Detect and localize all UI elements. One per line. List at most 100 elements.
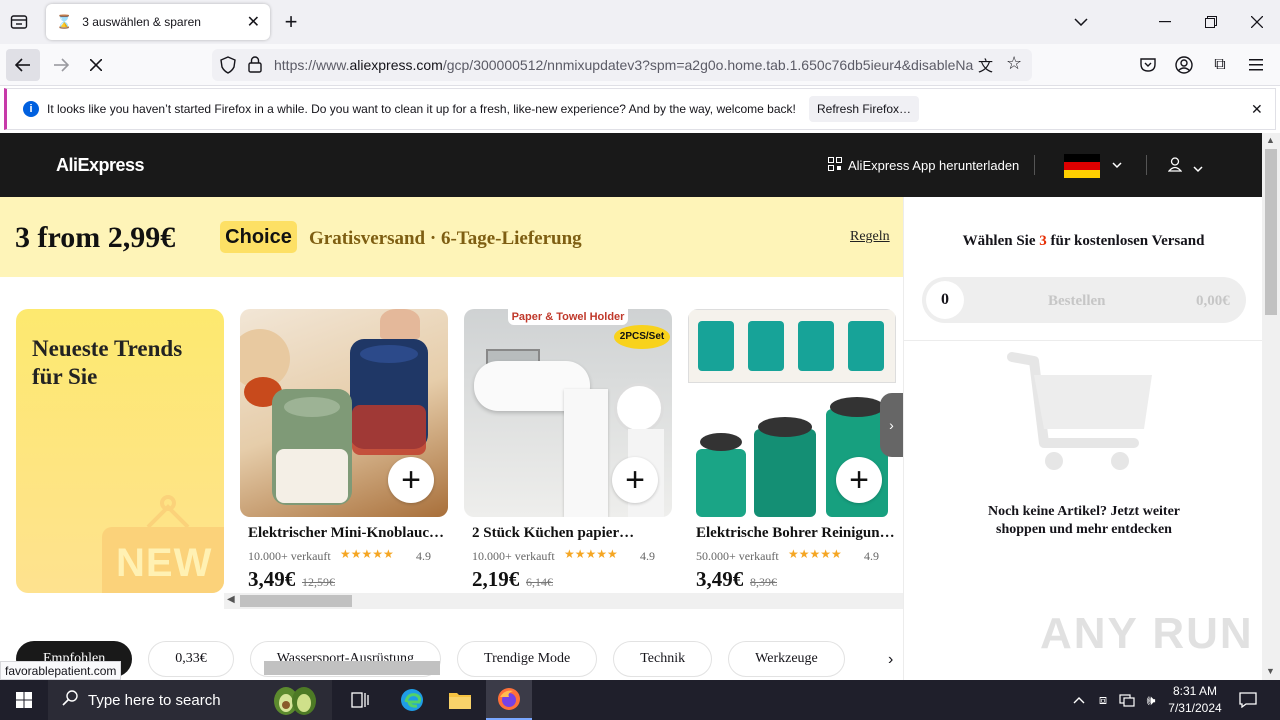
chevron-down-icon[interactable] (1070, 12, 1092, 32)
firefox-taskbar-icon[interactable] (486, 680, 532, 720)
cart-divider (904, 340, 1262, 341)
trends-card[interactable]: Neueste Trends für Sie NEW (16, 309, 224, 593)
taskbar: Type here to search ⧈ 🕪 8:31 AM 7/31/202… (0, 680, 1280, 720)
status-link-preview: favorablepatient.com (0, 661, 122, 680)
product-price: 2,19€ (472, 567, 520, 591)
product-card[interactable]: Paper & Towel Holder 2PCS/Set + 2 Stück … (464, 309, 672, 599)
list-all-tabs-icon[interactable] (8, 12, 30, 32)
windows-start-icon[interactable] (0, 680, 48, 720)
bottom-scrollbar-thumb[interactable] (264, 661, 440, 675)
navigation-toolbar: https://www.aliexpress.com/gcp/300000512… (0, 44, 1280, 86)
page-content: AliExpress AliExpress App herunterladen … (0, 133, 1262, 680)
tab-strip: ⌛ 3 auswählen & sparen ✕ + (0, 0, 1280, 44)
category-pill-fashion[interactable]: Trendige Mode (457, 641, 598, 677)
product-card[interactable]: + Elektrische Bohrer Reinigun… 50.000+ v… (688, 309, 896, 599)
product-sold-count: 10.000+ verkauft (472, 549, 555, 563)
network-icon[interactable] (1116, 680, 1138, 720)
product-rating: 4.9 (864, 549, 879, 563)
extensions-icon[interactable]: ⧉ (1210, 55, 1230, 75)
add-to-cart-button[interactable]: + (612, 457, 658, 503)
task-view-icon[interactable] (344, 680, 376, 720)
product-name[interactable]: 2 Stück Küchen papier… (472, 525, 672, 542)
account-icon[interactable] (1174, 55, 1194, 75)
scroll-left-icon[interactable]: ◀ (227, 594, 235, 605)
bookmark-star-icon[interactable]: ☆ (1006, 53, 1022, 74)
category-pill-tech[interactable]: Technik (613, 641, 713, 677)
product-price: 3,49€ (248, 567, 296, 591)
product-name[interactable]: Elektrische Bohrer Reinigun… (696, 525, 896, 542)
category-pill-033[interactable]: 0,33€ (148, 641, 234, 677)
order-button[interactable]: 0 Bestellen 0,00€ (922, 277, 1246, 323)
carousel-next-button[interactable]: › (880, 393, 903, 457)
search-icon (62, 690, 78, 710)
close-window-icon[interactable] (1246, 12, 1268, 32)
notification-bar: i It looks like you haven’t started Fire… (4, 88, 1276, 130)
tab-active[interactable]: ⌛ 3 auswählen & sparen ✕ (46, 4, 270, 40)
app-download-link[interactable]: AliExpress App herunterladen (828, 157, 1019, 174)
menu-icon[interactable] (1246, 55, 1266, 75)
clock-date: 7/31/2024 (1168, 701, 1222, 715)
tab-title: 3 auswählen & sparen (82, 15, 201, 29)
scrollbar-thumb[interactable] (240, 595, 352, 607)
page-scrollbar-thumb[interactable] (1265, 149, 1277, 315)
empty-cart-text: Noch keine Artikel? Jetzt weiter shoppen… (987, 504, 1181, 537)
new-label: NEW (116, 541, 213, 585)
scroll-down-icon[interactable]: ▼ (1266, 666, 1275, 676)
product-tag: Paper & Towel Holder (508, 309, 628, 325)
back-button[interactable] (6, 49, 40, 81)
meet-now-icon[interactable]: ⧈ (1092, 680, 1114, 720)
refresh-firefox-button[interactable]: Refresh Firefox… (809, 96, 919, 122)
shield-icon[interactable] (220, 56, 236, 77)
german-flag-icon[interactable] (1064, 154, 1100, 178)
translate-icon[interactable]: 文 (978, 55, 993, 76)
product-rating: 4.9 (416, 549, 431, 563)
trends-title: Neueste Trends für Sie (32, 336, 183, 389)
account-chevron-icon[interactable] (1193, 161, 1203, 179)
scroll-up-icon[interactable]: ▲ (1266, 135, 1275, 145)
minimize-icon[interactable] (1154, 12, 1176, 32)
rating-stars-icon: ★★★★★ (564, 547, 618, 561)
header-divider (1034, 155, 1035, 175)
notifications-icon[interactable] (1234, 680, 1262, 720)
url-bar[interactable]: https://www.aliexpress.com/gcp/300000512… (212, 49, 1032, 81)
info-icon: i (23, 101, 39, 117)
categories-next-icon[interactable]: › (888, 651, 893, 669)
add-to-cart-button[interactable]: + (388, 457, 434, 503)
product-sold-count: 50.000+ verkauft (696, 549, 779, 563)
language-chevron-icon[interactable] (1112, 157, 1122, 175)
user-icon[interactable] (1167, 157, 1183, 177)
product-card[interactable]: + Elektrischer Mini-Knoblauch… 10.000+ v… (240, 309, 448, 599)
pocket-icon[interactable] (1138, 55, 1158, 75)
product-name[interactable]: Elektrischer Mini-Knoblauch… (248, 525, 448, 542)
category-pill-tools[interactable]: Werkzeuge (728, 641, 845, 677)
rating-stars-icon: ★★★★★ (340, 547, 394, 561)
carousel-scrollbar[interactable]: ◀ (224, 593, 903, 609)
tray-chevron-icon[interactable] (1068, 680, 1090, 720)
lock-icon[interactable] (248, 56, 262, 76)
app-download-label: AliExpress App herunterladen (848, 158, 1020, 173)
volume-icon[interactable]: 🕪 (1140, 680, 1162, 720)
rules-link[interactable]: Regeln (850, 229, 890, 245)
page-scrollbar[interactable]: ▲ ▼ (1262, 133, 1280, 680)
aliexpress-logo[interactable]: AliExpress (56, 155, 145, 176)
close-notification-icon[interactable]: ✕ (1251, 101, 1263, 118)
forward-button[interactable] (46, 49, 76, 81)
header-divider (1146, 155, 1147, 175)
stop-loading-icon[interactable] (84, 49, 108, 81)
qr-code-icon (828, 157, 842, 174)
clock-time: 8:31 AM (1172, 684, 1218, 698)
new-tab-icon[interactable]: + (280, 9, 302, 34)
promo-banner: 3 from 2,99€ Choice Gratisversand · 6-Ta… (0, 197, 903, 277)
restore-icon[interactable] (1200, 12, 1222, 32)
file-explorer-icon[interactable] (444, 680, 476, 720)
add-to-cart-button[interactable]: + (836, 457, 882, 503)
anyrun-watermark: ANY RUN (1040, 609, 1254, 658)
taskbar-search[interactable]: Type here to search (48, 680, 332, 720)
cart-sidebar: Wählen Sie 3 für kostenlosen Versand 0 B… (903, 197, 1262, 680)
close-tab-icon[interactable]: ✕ (247, 12, 260, 32)
url-text[interactable]: https://www.aliexpress.com/gcp/300000512… (274, 57, 974, 73)
taskbar-clock[interactable]: 8:31 AM 7/31/2024 (1160, 683, 1230, 717)
product-old-price: 12,59€ (302, 575, 335, 589)
site-header: AliExpress AliExpress App herunterladen (0, 133, 1262, 197)
edge-icon[interactable] (396, 680, 428, 720)
